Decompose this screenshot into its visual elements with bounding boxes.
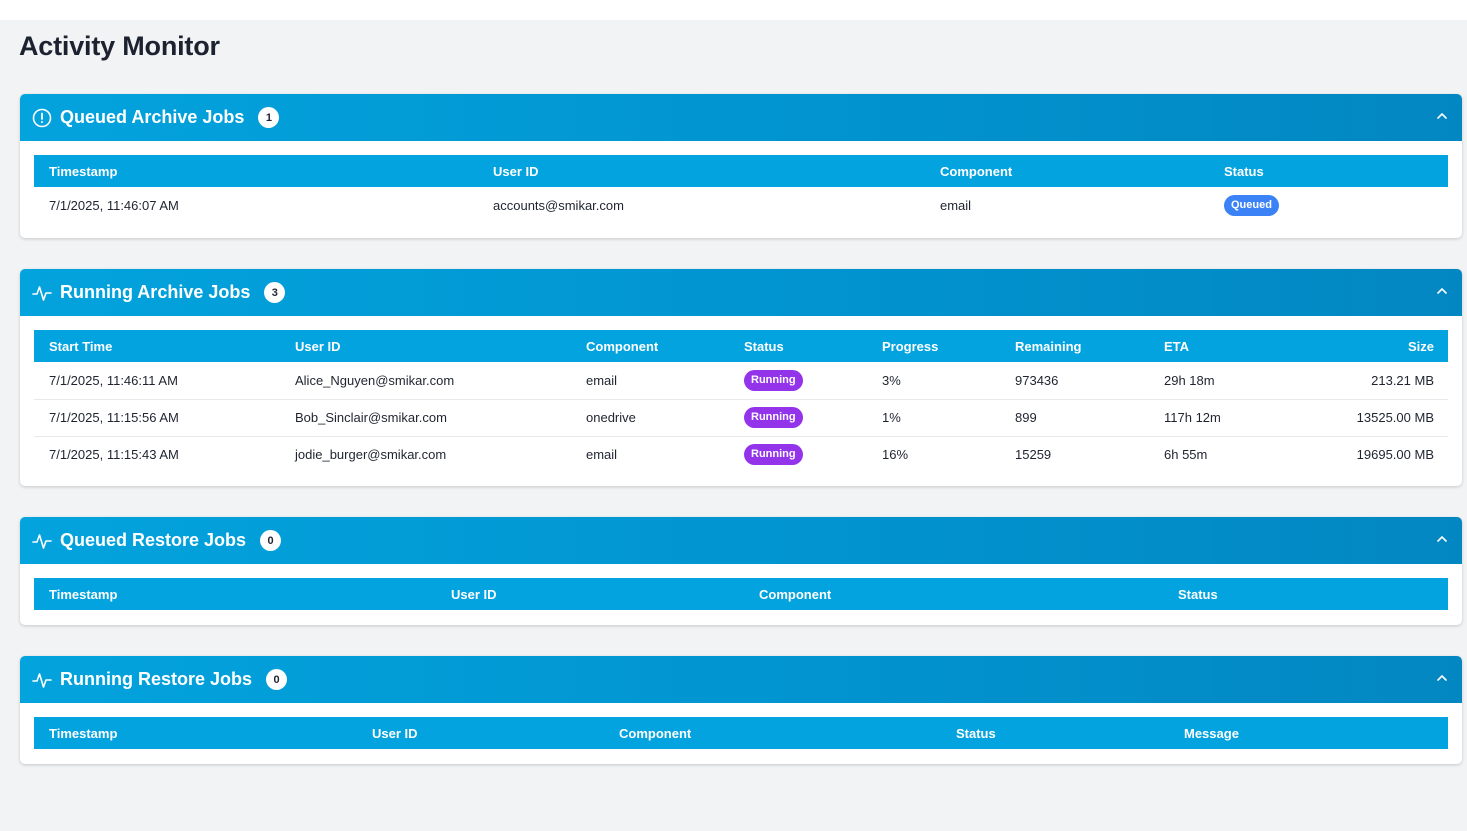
status-cell: Queued xyxy=(1209,187,1448,224)
column-header[interactable]: Timestamp xyxy=(34,155,478,187)
status-badge: Running xyxy=(744,407,803,428)
column-header[interactable]: Start Time xyxy=(34,330,280,362)
component-cell: email xyxy=(586,447,618,463)
start-time-cell: 7/1/2025, 11:15:56 AM xyxy=(34,399,280,437)
user-id-cell: Bob_Sinclair@smikar.com xyxy=(280,399,571,437)
eta-cell: 117h 12m xyxy=(1149,399,1259,437)
column-header[interactable]: ETA xyxy=(1149,330,1259,362)
activity-icon xyxy=(32,670,52,690)
size-cell: 213.21 MB xyxy=(1259,362,1448,400)
column-header[interactable]: User ID xyxy=(280,330,571,362)
panel-title: Running Restore Jobs xyxy=(60,669,253,689)
chevron-up-icon[interactable] xyxy=(1434,283,1450,299)
component-cell: onedrive xyxy=(571,399,729,437)
remaining-cell: 899 xyxy=(1000,399,1149,437)
table-row[interactable]: 7/1/2025, 11:46:11 AM Alice_Nguyen@smika… xyxy=(34,362,1448,400)
progress-cell: 1% xyxy=(867,399,1000,437)
running-archive-header[interactable]: Running Archive Jobs 3 xyxy=(20,269,1462,316)
column-header[interactable]: Timestamp xyxy=(34,717,357,749)
running-archive-table: Start Time User ID Component Status Prog… xyxy=(34,330,1448,473)
top-bar xyxy=(0,0,1467,20)
progress-cell: 3% xyxy=(867,362,1000,400)
running-restore-table: Timestamp User ID Component Status Messa… xyxy=(34,717,1448,749)
table-header-row: Timestamp User ID Component Status Messa… xyxy=(34,717,1448,749)
remaining-cell: 973436 xyxy=(1000,362,1149,400)
column-header[interactable]: Component xyxy=(744,578,1163,610)
running-restore-header[interactable]: Running Restore Jobs 0 xyxy=(20,656,1462,703)
page-title: Activity Monitor xyxy=(19,31,220,61)
column-header[interactable]: Status xyxy=(1209,155,1448,187)
size-cell: 13525.00 MB xyxy=(1259,399,1448,437)
component-cell: email xyxy=(940,198,972,213)
user-id-cell: Alice_Nguyen@smikar.com xyxy=(280,362,571,400)
component-cell: email xyxy=(571,362,729,400)
count-badge: 3 xyxy=(264,282,286,303)
start-time-cell: 7/1/2025, 11:15:43 AM xyxy=(49,447,179,463)
activity-icon xyxy=(32,531,52,551)
running-restore-panel: Running Restore Jobs 0 Timestamp User ID… xyxy=(20,656,1462,764)
column-header[interactable]: User ID xyxy=(357,717,604,749)
activity-icon xyxy=(32,283,52,303)
status-cell: Running xyxy=(729,362,867,400)
status-badge: Running xyxy=(744,444,803,466)
status-cell: Running xyxy=(729,436,867,473)
column-header[interactable]: User ID xyxy=(478,155,925,187)
column-header[interactable]: Remaining xyxy=(1000,330,1149,362)
column-header[interactable]: Status xyxy=(729,330,867,362)
status-cell: Running xyxy=(729,399,867,437)
remaining-cell: 15259 xyxy=(1015,447,1052,463)
column-header[interactable]: Status xyxy=(941,717,1169,749)
panel-title: Queued Restore Jobs xyxy=(60,530,247,550)
column-header[interactable]: Component xyxy=(925,155,1209,187)
table-header-row: Timestamp User ID Component Status xyxy=(34,578,1448,610)
start-time-cell: 7/1/2025, 11:46:11 AM xyxy=(34,362,280,400)
panel-title: Running Archive Jobs xyxy=(60,282,251,302)
table-row[interactable]: 7/1/2025, 11:15:43 AM jodie_burger@smika… xyxy=(34,436,1448,473)
queued-archive-table: Timestamp User ID Component Status 7/1/2… xyxy=(34,155,1448,224)
table-header-row: Start Time User ID Component Status Prog… xyxy=(34,330,1448,362)
alert-circle-icon xyxy=(32,108,52,128)
chevron-up-icon[interactable] xyxy=(1434,531,1450,547)
queued-restore-table: Timestamp User ID Component Status xyxy=(34,578,1448,610)
table-row[interactable]: 7/1/2025, 11:15:56 AM Bob_Sinclair@smika… xyxy=(34,399,1448,437)
chevron-up-icon[interactable] xyxy=(1434,108,1450,124)
column-header[interactable]: User ID xyxy=(436,578,744,610)
table-header-row: Timestamp User ID Component Status xyxy=(34,155,1448,187)
queued-restore-header[interactable]: Queued Restore Jobs 0 xyxy=(20,517,1462,564)
column-header[interactable]: Message xyxy=(1169,717,1448,749)
running-archive-panel: Running Archive Jobs 3 Start Time User I… xyxy=(20,269,1462,486)
eta-cell: 6h 55m xyxy=(1164,447,1208,463)
count-badge: 0 xyxy=(260,530,282,551)
column-header[interactable]: Status xyxy=(1163,578,1448,610)
user-id-cell: accounts@smikar.com xyxy=(493,198,624,213)
count-badge: 1 xyxy=(258,107,280,128)
progress-cell: 16% xyxy=(882,447,909,463)
column-header[interactable]: Component xyxy=(571,330,729,362)
column-header[interactable]: Size xyxy=(1259,330,1448,362)
status-badge: Queued xyxy=(1224,195,1279,216)
column-header[interactable]: Component xyxy=(604,717,941,749)
count-badge: 0 xyxy=(266,669,288,690)
column-header[interactable]: Timestamp xyxy=(34,578,436,610)
status-badge: Running xyxy=(744,369,803,391)
queued-archive-header[interactable]: Queued Archive Jobs 1 xyxy=(20,94,1462,141)
size-cell: 19695.00 MB xyxy=(1356,447,1434,463)
eta-cell: 29h 18m xyxy=(1149,362,1259,400)
user-id-cell: jodie_burger@smikar.com xyxy=(295,447,447,463)
column-header[interactable]: Progress xyxy=(867,330,1000,362)
timestamp-cell: 7/1/2025, 11:46:07 AM xyxy=(49,198,179,213)
chevron-up-icon[interactable] xyxy=(1434,670,1450,686)
queued-restore-panel: Queued Restore Jobs 0 Timestamp User ID … xyxy=(20,517,1462,625)
panel-title: Queued Archive Jobs xyxy=(60,107,245,127)
queued-archive-panel: Queued Archive Jobs 1 Timestamp User ID … xyxy=(20,94,1462,238)
table-row[interactable]: 7/1/2025, 11:46:07 AM accounts@smikar.co… xyxy=(34,187,1448,224)
